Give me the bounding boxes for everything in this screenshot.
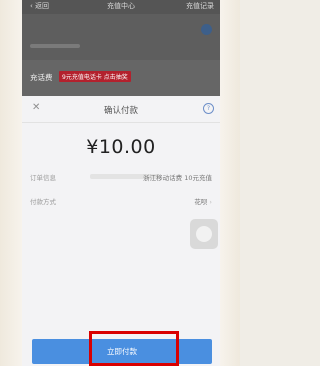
order-info-row: 订单信息 浙江移动话费 10元充值 bbox=[30, 172, 212, 184]
pay-method-value[interactable]: 花呗 bbox=[194, 196, 212, 206]
device-bezel-right bbox=[219, 0, 240, 366]
promo-badge[interactable]: 9元充值电话卡 点击抽奖 bbox=[59, 71, 131, 82]
assistive-touch-icon bbox=[196, 226, 212, 242]
highlight-box bbox=[89, 331, 179, 366]
phone-number-section bbox=[22, 14, 220, 60]
sheet-title: 确认付款 bbox=[103, 106, 138, 116]
question-icon[interactable]: ? bbox=[203, 103, 214, 114]
phone-hint-text bbox=[30, 44, 80, 48]
order-value: 浙江移动话费 10元充值 bbox=[143, 174, 212, 182]
fee-label: 充话费 bbox=[30, 73, 53, 82]
assistive-touch-button[interactable] bbox=[190, 219, 218, 249]
phone-screen: ‹ 返回 充值中心 充值记录 充话费 9元充值电话卡 点击抽奖 ✕ 确认付款 ?… bbox=[22, 0, 220, 366]
device-bezel-left bbox=[0, 0, 23, 366]
nav-bar: ‹ 返回 充值中心 充值记录 bbox=[22, 0, 220, 14]
sheet-header: ✕ 确认付款 ? bbox=[22, 96, 220, 123]
recharge-history-link[interactable]: 充值记录 bbox=[186, 1, 214, 11]
pay-method-label: 付款方式 bbox=[30, 198, 56, 206]
order-label: 订单信息 bbox=[30, 174, 56, 182]
contact-icon[interactable] bbox=[201, 24, 212, 35]
recharge-fee-section: 充话费 9元充值电话卡 点击抽奖 bbox=[22, 60, 220, 96]
pay-method-row[interactable]: 付款方式 花呗 bbox=[30, 196, 212, 208]
payment-sheet: ✕ 确认付款 ? ¥10.00 订单信息 浙江移动话费 10元充值 付款方式 花… bbox=[22, 96, 220, 366]
payment-amount: ¥10.00 bbox=[86, 136, 156, 158]
